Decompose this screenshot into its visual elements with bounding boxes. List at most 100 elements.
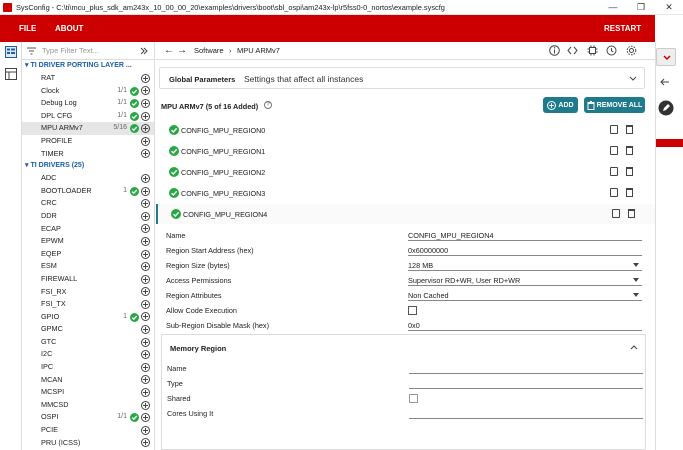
side-dropdown[interactable] — [656, 48, 676, 66]
sidebar-item-crc[interactable]: CRC — [22, 197, 154, 210]
file-menu[interactable]: FILE — [19, 24, 36, 33]
delete-icon[interactable] — [626, 146, 633, 155]
add-instance-icon[interactable] — [141, 312, 150, 322]
add-instance-icon[interactable] — [141, 98, 150, 108]
add-instance-icon[interactable] — [141, 413, 150, 423]
restart-button[interactable]: RESTART — [604, 24, 641, 33]
access-permissions-select[interactable]: Supervisor RD+WR, User RD+WR — [408, 273, 642, 286]
add-instance-icon[interactable] — [141, 73, 150, 83]
subregion-field[interactable]: 0x0 — [408, 318, 642, 331]
add-instance-icon[interactable] — [141, 337, 150, 347]
start-address-field[interactable]: 0x60000000 — [408, 243, 642, 256]
sidebar-item-fsi-rx[interactable]: FSI_RX — [22, 286, 154, 299]
add-instance-icon[interactable] — [141, 186, 150, 196]
add-instance-icon[interactable] — [141, 199, 150, 209]
sidebar-item-gpmc[interactable]: GPMC — [22, 323, 154, 336]
add-instance-icon[interactable] — [141, 224, 150, 234]
sidebar-item-firewall[interactable]: FIREWALL — [22, 273, 154, 286]
breadcrumb-software[interactable]: Software — [194, 46, 224, 55]
sidebar-item-mcan[interactable]: MCAN — [22, 374, 154, 387]
add-instance-icon[interactable] — [141, 262, 150, 272]
close-button[interactable]: ✕ — [655, 0, 683, 15]
back-arrow-icon[interactable]: ← — [164, 45, 174, 56]
info-icon[interactable] — [549, 45, 560, 56]
add-instance-icon[interactable] — [141, 173, 150, 183]
region-instance-row[interactable]: CONFIG_MPU_REGION4 — [156, 204, 655, 224]
about-menu[interactable]: ABOUT — [55, 24, 83, 33]
copy-icon[interactable] — [610, 167, 618, 176]
add-instance-icon[interactable] — [141, 136, 150, 146]
copy-icon[interactable] — [610, 125, 618, 134]
add-instance-icon[interactable] — [141, 211, 150, 221]
table-view-icon[interactable] — [5, 68, 17, 80]
add-instance-icon[interactable] — [141, 124, 150, 134]
settings-gear-icon[interactable] — [626, 45, 637, 56]
add-instance-icon[interactable] — [141, 287, 150, 297]
add-instance-icon[interactable] — [141, 86, 150, 96]
sidebar-item-i2c[interactable]: I2C — [22, 348, 154, 361]
add-instance-icon[interactable] — [141, 111, 150, 121]
add-instance-icon[interactable] — [141, 388, 150, 398]
sidebar-item-eqep[interactable]: EQEP — [22, 248, 154, 261]
sidebar-item-rat[interactable]: RAT — [22, 72, 154, 85]
add-instance-icon[interactable] — [141, 325, 150, 335]
mr-cores-field[interactable] — [409, 406, 643, 419]
porting-layer-section[interactable]: ▾ TI DRIVER PORTING LAYER ... — [22, 60, 154, 72]
region-instance-row[interactable]: CONFIG_MPU_REGION1 — [156, 141, 655, 161]
add-instance-icon[interactable] — [141, 149, 150, 159]
sidebar-item-adc[interactable]: ADC — [22, 172, 154, 185]
add-instance-icon[interactable] — [141, 274, 150, 284]
sidebar-item-gpio[interactable]: GPIO 1 — [22, 311, 154, 324]
sidebar-item-timer[interactable]: TIMER — [22, 148, 154, 161]
sidebar-item-ddr[interactable]: DDR — [22, 210, 154, 223]
add-instance-icon[interactable] — [141, 236, 150, 246]
sidebar-item-pcie[interactable]: PCIE — [22, 424, 154, 437]
region-instance-row[interactable]: CONFIG_MPU_REGION2 — [156, 162, 655, 182]
minimize-button[interactable]: — — [599, 0, 627, 15]
add-instance-icon[interactable] — [141, 350, 150, 360]
sidebar-item-mpu-armv7[interactable]: MPU ARMv7 5/16 — [22, 122, 154, 135]
sidebar-item-bootloader[interactable]: BOOTLOADER 1 — [22, 185, 154, 198]
delete-icon[interactable] — [626, 167, 633, 176]
edit-pencil-icon[interactable] — [658, 100, 674, 116]
history-icon[interactable] — [606, 45, 617, 56]
code-icon[interactable] — [567, 45, 578, 56]
add-button[interactable]: ADD — [543, 97, 578, 113]
back-arrow-icon[interactable] — [660, 78, 670, 86]
mr-shared-checkbox[interactable] — [409, 394, 418, 403]
sidebar-item-fsi-tx[interactable]: FSI_TX — [22, 298, 154, 311]
sidebar-item-mcspi[interactable]: MCSPI — [22, 386, 154, 399]
copy-icon[interactable] — [610, 146, 618, 155]
sidebar-item-mmcsd[interactable]: MMCSD — [22, 399, 154, 412]
sidebar-item-ipc[interactable]: IPC — [22, 361, 154, 374]
delete-icon[interactable] — [626, 188, 633, 197]
add-instance-icon[interactable] — [141, 362, 150, 372]
region-instance-row[interactable]: CONFIG_MPU_REGION3 — [156, 183, 655, 203]
add-instance-icon[interactable] — [141, 375, 150, 385]
region-instance-row[interactable]: CONFIG_MPU_REGION0 — [156, 120, 655, 140]
mr-type-field[interactable] — [409, 376, 643, 389]
sidebar-item-clock[interactable]: Clock 1/1 — [22, 85, 154, 98]
chevron-up-icon[interactable] — [630, 344, 638, 350]
help-icon[interactable]: ? — [264, 101, 272, 109]
sidebar-item-gtc[interactable]: GTC — [22, 336, 154, 349]
remove-all-button[interactable]: REMOVE ALL — [584, 97, 645, 113]
forward-arrow-icon[interactable]: → — [177, 45, 187, 56]
add-instance-icon[interactable] — [141, 299, 150, 309]
maximize-button[interactable]: ❐ — [627, 0, 655, 15]
sidebar-item-pru-icss[interactable]: PRU (ICSS) — [22, 437, 154, 450]
add-instance-icon[interactable] — [141, 249, 150, 259]
sidebar-item-esm[interactable]: ESM — [22, 260, 154, 273]
code-execution-checkbox[interactable] — [408, 306, 417, 315]
chip-icon[interactable] — [587, 45, 598, 56]
add-instance-icon[interactable] — [141, 438, 150, 448]
sidebar-item-epwm[interactable]: EPWM — [22, 235, 154, 248]
sidebar-item-ecap[interactable]: ECAP — [22, 223, 154, 236]
add-instance-icon[interactable] — [141, 425, 150, 435]
add-instance-icon[interactable] — [141, 400, 150, 410]
region-size-select[interactable]: 128 MB — [408, 258, 642, 271]
collapse-icon[interactable] — [140, 47, 148, 55]
global-parameters-panel[interactable]: Global Parameters Settings that affect a… — [159, 67, 645, 89]
filter-input[interactable]: Type Filter Text... — [42, 46, 99, 55]
sidebar-item-dpl-cfg[interactable]: DPL CFG 1/1 — [22, 110, 154, 123]
